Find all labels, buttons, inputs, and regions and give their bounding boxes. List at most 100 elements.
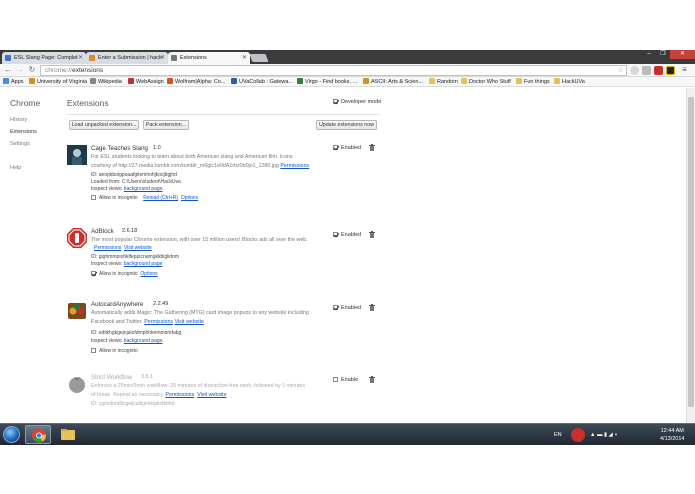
clock-time: 12:44 AM — [660, 428, 684, 434]
visit-website-link[interactable]: Visit website — [197, 392, 226, 398]
bookmark-webassign[interactable]: WebAssign — [128, 77, 164, 87]
incognito-row: Allow in incognito Options — [91, 271, 158, 277]
bookmark-folder-doctor-who[interactable]: Doctor Who Stuff — [461, 77, 511, 87]
start-button[interactable] — [3, 426, 20, 443]
address-bar[interactable]: chrome://extensions ☆ — [40, 65, 627, 76]
reload-icon[interactable]: ↻ — [27, 65, 37, 75]
page-title: Extensions — [67, 98, 109, 108]
bookmark-folder-fun-things[interactable]: Fun things — [516, 77, 550, 87]
extension-icon[interactable] — [630, 66, 639, 75]
bookmark-label: WebAssign — [136, 79, 164, 85]
taskbar-explorer-button[interactable] — [55, 425, 81, 444]
tray-app-icon[interactable] — [571, 428, 585, 442]
bookmark-wolfram[interactable]: Wolfram|Alpha: Co... — [167, 77, 226, 87]
scrollbar-thumb[interactable] — [688, 97, 694, 407]
close-icon[interactable]: ✕ — [160, 52, 165, 64]
close-icon[interactable]: ✕ — [78, 52, 83, 64]
language-indicator[interactable]: EN — [554, 424, 562, 445]
extension-icon[interactable] — [642, 66, 651, 75]
enabled-toggle[interactable]: Enabled — [333, 305, 361, 311]
reload-link[interactable]: Reload (Ctrl+R) — [143, 195, 178, 201]
enable-toggle[interactable]: Enable — [333, 377, 358, 383]
visit-website-link[interactable]: Visit website — [124, 245, 152, 251]
permissions-link[interactable]: Permissions — [280, 163, 309, 169]
system-clock[interactable]: 12:44 AM 4/13/2014 — [660, 427, 684, 443]
background-page-link[interactable]: background page — [124, 261, 163, 267]
bookmark-folder-random[interactable]: Random — [429, 77, 458, 87]
inspect-label: Inspect views: — [91, 338, 123, 344]
bookmark-label: Random — [437, 79, 458, 85]
permissions-link[interactable]: Permissions — [144, 319, 173, 325]
bookmark-uvacollab[interactable]: UVaCollab : Gatewa... — [231, 77, 293, 87]
incognito-checkbox[interactable] — [91, 271, 96, 276]
update-extensions-button[interactable]: Update extensions now — [316, 120, 377, 130]
bookmark-star-icon[interactable]: ☆ — [618, 66, 624, 75]
bookmark-virgo[interactable]: Virgo - Find books, ... — [297, 77, 357, 87]
trash-icon[interactable] — [369, 144, 375, 151]
arrow-right-icon[interactable]: → — [15, 65, 25, 75]
tab-esl-slang[interactable]: ESL Slang Page: Complet ✕ — [2, 52, 86, 64]
tab-enter-submission[interactable]: Enter a Submission | hack ✕ — [86, 52, 168, 64]
incognito-checkbox[interactable] — [91, 195, 96, 200]
extension-version: 2.2.49 — [153, 301, 169, 307]
incognito-checkbox[interactable] — [91, 348, 96, 353]
permissions-link[interactable]: Permissions — [165, 392, 194, 398]
description-line: of break. Repeat as necessary. — [91, 392, 164, 398]
bookmark-ascii[interactable]: ASCII: Arts & Scien... — [363, 77, 423, 87]
pack-extension-button[interactable]: Pack extension... — [143, 120, 189, 130]
options-link[interactable]: Options — [140, 271, 157, 277]
close-icon[interactable]: ✕ — [242, 52, 247, 64]
visit-website-link[interactable]: Visit website — [175, 319, 204, 325]
chrome-logo-icon — [32, 428, 46, 443]
extension-loaded-from: Loaded from: C:\Users\student\HackUva — [91, 179, 181, 185]
options-link[interactable]: Options — [181, 195, 198, 201]
sidebar-item-history[interactable]: History — [10, 117, 27, 123]
divider — [67, 114, 380, 115]
extension-item-strict-workflow: Strict Workflow 3.6.1 Enforces a 25min/5… — [67, 374, 380, 428]
enabled-toggle[interactable]: Enabled — [333, 145, 361, 151]
inspect-views: Inspect views: background page — [91, 186, 162, 192]
trash-icon[interactable] — [369, 304, 375, 311]
extension-version: 2.6.18 — [122, 228, 138, 234]
load-unpacked-button[interactable]: Load unpacked extension... — [69, 120, 139, 130]
bookmark-uva[interactable]: University of Virginia — [29, 77, 87, 87]
maximize-button[interactable]: ❐ — [656, 50, 670, 59]
developer-mode-toggle[interactable]: Developer mode — [333, 99, 381, 105]
browser-toolbar: ← → ↻ chrome://extensions ☆ ≡ — [0, 64, 695, 77]
enabled-checkbox[interactable] — [333, 232, 338, 237]
page-scrollbar[interactable] — [686, 88, 695, 428]
taskbar-chrome-button[interactable] — [25, 425, 51, 444]
trash-icon[interactable] — [369, 376, 375, 383]
incognito-row: Allow in incognito — [91, 348, 138, 354]
background-page-link[interactable]: background page — [124, 338, 163, 344]
adblock-icon[interactable] — [654, 66, 663, 75]
enabled-checkbox[interactable] — [333, 145, 338, 150]
background-page-link[interactable]: background page — [124, 186, 163, 192]
bookmark-apps[interactable]: Apps — [3, 77, 24, 87]
webassign-icon — [128, 78, 134, 84]
sidebar-item-help[interactable]: Help — [10, 165, 21, 171]
sidebar-item-settings[interactable]: Settings — [10, 141, 30, 147]
sidebar-item-extensions[interactable]: Extensions — [10, 129, 37, 135]
description-line: The most popular Chrome extension, with … — [91, 237, 308, 243]
tab-title: Enter a Submission | hack — [98, 55, 162, 61]
tray-icons[interactable]: ▲ ▬ ▮ ◢ ◖ — [590, 424, 618, 445]
menu-icon[interactable]: ≡ — [680, 66, 689, 75]
cage-portrait-icon — [67, 145, 87, 165]
enable-checkbox[interactable] — [333, 377, 338, 382]
minimize-button[interactable]: – — [642, 50, 656, 59]
bookmark-wikipedia[interactable]: Wikipedia — [90, 77, 122, 87]
bookmark-folder-hackuva[interactable]: HackUVa — [554, 77, 585, 87]
arrow-left-icon[interactable]: ← — [3, 65, 13, 75]
enabled-toggle[interactable]: Enabled — [333, 232, 361, 238]
close-window-button[interactable]: ✕ — [670, 50, 695, 59]
checkbox[interactable] — [333, 99, 338, 104]
page-favicon-icon — [89, 55, 95, 61]
extension-icon[interactable] — [666, 66, 675, 75]
trash-icon[interactable] — [369, 231, 375, 238]
new-tab-button[interactable] — [249, 54, 269, 62]
permissions-link[interactable]: Permissions — [94, 245, 121, 251]
bookmark-label: HackUVa — [562, 79, 585, 85]
tab-extensions[interactable]: Extensions ✕ — [168, 52, 250, 64]
enabled-checkbox[interactable] — [333, 305, 338, 310]
